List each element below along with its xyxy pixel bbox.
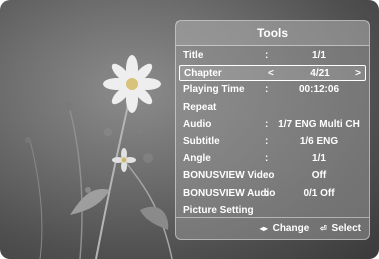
change-hint: ◂▸ Change [260,223,312,234]
menu-item-value: 1/1 [312,153,326,165]
menu-item-label: Subtitle [183,135,220,147]
separator-colon: : [265,170,269,182]
chevron-left-icon[interactable]: < [268,66,274,82]
tools-menu-list: Title : 1/1 Chapter < 4/21 > Playing Tim… [179,48,366,220]
menu-item-value: 00:12:06 [298,84,340,96]
menu-item-label: Chapter [184,68,222,80]
menu-item-playing-time[interactable]: Playing Time : 00:12:06 [179,82,366,98]
menu-item-value: 1/6 ENG [299,135,339,147]
menu-item-bonusview-audio[interactable]: BONUSVIEW Audio : 0/1 Off [179,186,366,202]
screen: Tools Title : 1/1 Chapter < 4/21 > Playi… [0,0,379,259]
separator-colon: : [265,118,269,130]
menu-item-value: 1/7 ENG Multi CH [278,118,360,130]
tools-panel-footer: ◂▸ Change ⏎ Select [176,217,369,239]
menu-item-label: BONUSVIEW Audio [183,187,276,199]
menu-item-label: BONUSVIEW Video [183,170,275,182]
menu-item-label: Repeat [183,101,217,113]
tools-panel: Tools Title : 1/1 Chapter < 4/21 > Playi… [175,20,370,240]
chevron-right-icon[interactable]: > [355,66,361,82]
separator-colon: : [265,153,269,165]
select-hint: ⏎ Select [320,223,361,234]
menu-item-bonusview-video[interactable]: BONUSVIEW Video : Off [179,168,366,184]
separator-colon: : [265,135,269,147]
separator-colon: : [265,187,269,199]
menu-item-repeat[interactable]: Repeat [179,100,366,116]
separator-colon: : [265,84,269,96]
menu-item-label: Playing Time [183,84,245,96]
separator-colon: : [265,50,269,61]
menu-item-label: Angle [183,153,211,165]
menu-item-angle[interactable]: Angle : 1/1 [179,151,366,167]
menu-item-value: Off [311,170,327,182]
menu-item-subtitle[interactable]: Subtitle : 1/6 ENG [179,134,366,150]
enter-key-icon: ⏎ [320,224,327,233]
menu-item-title[interactable]: Title : 1/1 [179,48,366,64]
select-hint-label: Select [331,223,361,234]
tools-panel-title: Tools [176,21,369,46]
menu-item-chapter[interactable]: Chapter < 4/21 > [179,65,366,82]
menu-item-value: 4/21 [310,68,330,80]
menu-item-audio[interactable]: Audio : 1/7 ENG Multi CH [179,117,366,133]
menu-item-value: 1/1 [312,50,326,61]
left-right-arrows-icon: ◂▸ [259,224,268,233]
menu-item-label: Title [183,50,204,61]
menu-item-value: 0/1 Off [303,187,335,199]
change-hint-label: Change [272,223,310,234]
menu-item-label: Audio [183,118,212,130]
flower-icon [103,55,161,113]
